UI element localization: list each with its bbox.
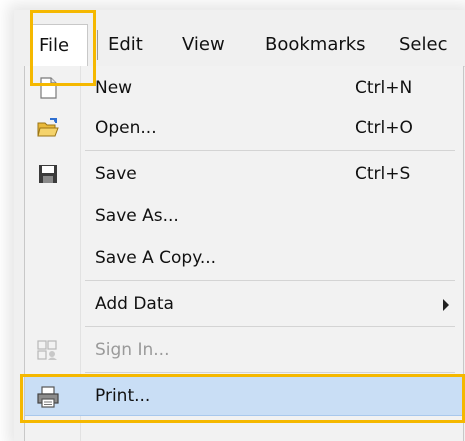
floppy-disk-icon	[37, 163, 59, 185]
menu-item-save-a-copy[interactable]: Save A Copy...	[25, 238, 463, 278]
menu-item-label: Print...	[95, 386, 151, 406]
menu-item-sign-in: Sign In...	[25, 330, 463, 370]
menu-item-label: New	[95, 78, 133, 98]
menu-separator	[85, 372, 455, 373]
menu-item-label: Add Data	[95, 294, 174, 314]
menu-bookmarks[interactable]: Bookmarks	[265, 24, 366, 66]
menu-bar: File Edit View Bookmarks Selec	[24, 24, 465, 67]
menu-separator	[97, 30, 98, 60]
open-folder-icon	[37, 117, 59, 139]
submenu-arrow-icon	[443, 299, 449, 311]
menu-item-label: Save A Copy...	[95, 248, 217, 268]
menu-item-new[interactable]: New Ctrl+N	[25, 68, 463, 108]
menu-item-shortcut: Ctrl+O	[355, 118, 413, 138]
menu-item-open[interactable]: Open... Ctrl+O	[25, 108, 463, 148]
menu-item-shortcut: Ctrl+S	[355, 164, 411, 184]
sign-in-icon	[37, 339, 59, 361]
new-document-icon	[37, 77, 59, 99]
menu-item-label: Sign In...	[95, 340, 170, 360]
menu-item-shortcut: Ctrl+N	[355, 78, 413, 98]
menu-item-add-data[interactable]: Add Data	[25, 284, 463, 324]
menu-item-label: Open...	[95, 118, 157, 138]
menu-file[interactable]: File	[30, 24, 88, 67]
menu-separator	[85, 150, 455, 151]
file-menu-dropdown: New Ctrl+N Open... Ctrl+O Save Ctrl+S Sa…	[24, 66, 464, 441]
menu-item-label: Save As...	[95, 206, 179, 226]
menu-separator	[85, 326, 455, 327]
menu-selection[interactable]: Selec	[399, 24, 447, 66]
menu-view[interactable]: View	[182, 24, 225, 66]
menu-separator	[85, 280, 455, 281]
menu-item-print[interactable]: Print...	[25, 376, 463, 416]
screenshot-stage: File Edit View Bookmarks Selec New Ctrl+…	[0, 0, 465, 441]
menu-item-save[interactable]: Save Ctrl+S	[25, 154, 463, 194]
menu-item-label: Save	[95, 164, 137, 184]
menu-edit[interactable]: Edit	[108, 24, 143, 66]
printer-icon	[37, 386, 59, 408]
menu-item-save-as[interactable]: Save As...	[25, 196, 463, 236]
